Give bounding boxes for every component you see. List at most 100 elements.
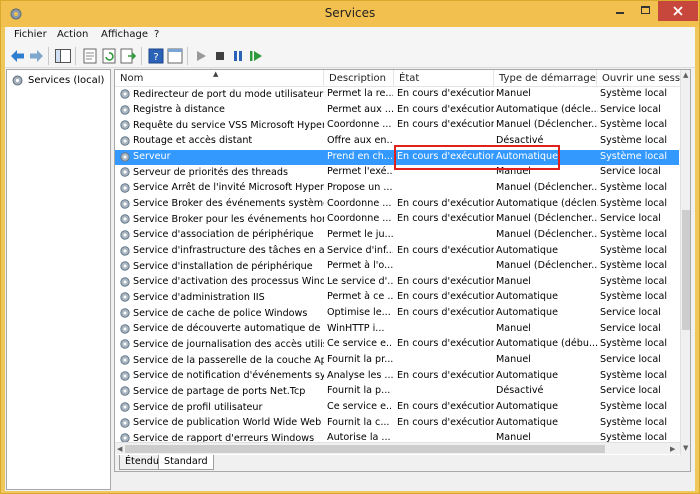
service-state: En cours d'exécution [397, 197, 494, 209]
service-logon: Système local [600, 244, 668, 256]
service-description: Coordonne ... [327, 119, 392, 131]
service-state: En cours d'exécution [397, 213, 494, 225]
service-logon: Service local [600, 166, 661, 178]
table-row[interactable]: Service de notification d'événements sys… [115, 369, 679, 385]
service-description: Permet aux ... [327, 103, 393, 115]
column-header-name[interactable]: Nom [115, 70, 324, 87]
service-description: Permet à ce ... [327, 291, 393, 303]
service-gear-icon [120, 433, 130, 442]
close-button[interactable] [658, 1, 698, 21]
table-row[interactable]: Service Broker des événements système Coo… [115, 197, 679, 213]
service-name-cell: Service d'infrastructure des tâches en a… [119, 245, 324, 257]
scroll-right-icon[interactable]: ▶ [670, 445, 675, 453]
toolbar: ? [5, 44, 695, 68]
window-title: Services [324, 6, 376, 20]
scroll-up-icon[interactable]: ▲ [683, 71, 688, 79]
tab-standard[interactable]: Standard [158, 455, 214, 470]
table-row[interactable]: Service de partage de ports Net.Tcp Fourn… [115, 384, 679, 400]
scroll-left-icon[interactable]: ◀ [117, 445, 122, 453]
restart-service-icon[interactable] [247, 47, 265, 65]
column-header-startup-type[interactable]: Type de démarrage [494, 70, 597, 87]
service-startup-type: Automatique [496, 291, 558, 303]
forward-arrow-icon[interactable] [27, 47, 45, 65]
stop-service-icon[interactable] [211, 47, 229, 65]
service-startup-type: Manuel [496, 166, 531, 178]
table-row[interactable]: Routage et accès distant Offre aux en... D… [115, 134, 679, 150]
service-logon: Système local [600, 338, 668, 350]
column-header-state[interactable]: État [394, 70, 494, 87]
table-row[interactable]: Serveur Prend en ch... En cours d'exécutio… [115, 149, 679, 166]
service-logon: Système local [600, 432, 668, 442]
table-row[interactable]: Service de découverte automatique de Pr.… [115, 322, 679, 338]
service-startup-type: Manuel [496, 275, 531, 287]
service-gear-icon [120, 402, 130, 412]
service-state: En cours d'exécution [397, 119, 494, 131]
service-gear-icon [120, 386, 130, 397]
table-row[interactable]: Service d'administration IIS Permet à ce … [115, 290, 679, 306]
vertical-scrollbar[interactable]: ▲ ▼ [680, 70, 690, 455]
table-row[interactable]: Service de rapport d'erreurs Windows Auto… [115, 431, 679, 442]
service-state: En cours d'exécution [397, 401, 494, 412]
table-row[interactable]: Service de la passerelle de la couche Ap… [115, 353, 679, 369]
menu-fichier[interactable]: Fichier [14, 29, 47, 40]
horizontal-scrollbar[interactable]: ◀ ▶ [115, 442, 680, 454]
scroll-down-icon[interactable]: ▼ [683, 444, 688, 452]
menu-affichage[interactable]: Affichage [101, 29, 148, 40]
service-startup-type: Automatique [496, 244, 558, 256]
table-row[interactable]: Service de journalisation des accès util… [115, 337, 679, 353]
console-tree-icon[interactable] [54, 47, 72, 65]
view-tabs: Étendu Standard [115, 455, 690, 471]
pause-service-icon[interactable] [229, 47, 247, 65]
table-row[interactable]: Service de cache de police Windows Optimi… [115, 306, 679, 322]
services-window: Services Fichier Action Affichage ? ? Se… [0, 0, 700, 494]
service-startup-type: Automatique [496, 307, 558, 319]
horizontal-scroll-thumb[interactable] [125, 445, 605, 453]
console-icon[interactable] [166, 47, 184, 65]
table-row[interactable]: Service Broker pour les événements horai… [115, 212, 679, 228]
service-name-cell: Registre à distance [119, 104, 324, 116]
properties-icon[interactable] [81, 47, 99, 65]
toolbar-separator [75, 47, 76, 65]
vertical-scroll-thumb[interactable] [682, 210, 690, 330]
table-row[interactable]: Service Arrêt de l'invité Microsoft Hype… [115, 181, 679, 197]
table-row[interactable]: Service d'activation des processus Windo… [115, 275, 679, 291]
table-row[interactable]: Service d'installation de périphérique Pe… [115, 259, 679, 275]
maximize-button[interactable] [633, 1, 658, 21]
service-name-cell: Service de publication World Wide Web [119, 417, 324, 429]
column-header-description[interactable]: Description [324, 70, 394, 87]
service-state: En cours d'exécution [397, 307, 494, 319]
column-header-logon[interactable]: Ouvrir une session [597, 70, 681, 87]
menu-help[interactable]: ? [154, 29, 159, 40]
table-row[interactable]: Requête du service VSS Microsoft Hyper-V… [115, 118, 679, 134]
service-startup-type: Manuel (Déclencher... [496, 119, 598, 131]
table-row[interactable]: Service d'association de périphérique Per… [115, 228, 679, 244]
service-name-cell: Routage et accès distant [119, 135, 324, 147]
menu-action[interactable]: Action [57, 29, 88, 40]
refresh-icon[interactable] [100, 47, 118, 65]
service-gear-icon [120, 104, 130, 115]
table-row[interactable]: Serveur de priorités des threads Permet l… [115, 165, 679, 181]
service-logon: Système local [600, 275, 668, 287]
service-name: Serveur [133, 151, 171, 163]
toolbar-separator [48, 47, 49, 65]
back-arrow-icon[interactable] [9, 47, 27, 65]
console-tree-pane: Services (local) [6, 69, 111, 490]
table-row[interactable]: Service de profil utilisateur Ce service … [115, 400, 679, 416]
service-startup-type: Automatique (déclen... [496, 197, 598, 209]
service-description: Service d'inf... [327, 244, 393, 256]
table-row[interactable]: Service de publication World Wide Web Fou… [115, 416, 679, 432]
start-service-icon[interactable] [192, 47, 210, 65]
table-row[interactable]: Service d'infrastructure des tâches en a… [115, 244, 679, 260]
table-row[interactable]: Redirecteur de port du mode utilisateur … [115, 87, 679, 103]
service-gear-icon [120, 214, 130, 224]
minimize-button[interactable] [607, 1, 633, 21]
menu-bar: Fichier Action Affichage ? [5, 27, 695, 44]
service-name: Redirecteur de port du mode utilisateur … [133, 88, 324, 100]
service-startup-type: Manuel (Déclencher... [496, 260, 598, 272]
table-row[interactable]: Registre à distance Permet aux ... En cour… [115, 103, 679, 119]
export-list-icon[interactable] [119, 47, 137, 65]
help-icon[interactable]: ? [147, 47, 165, 65]
service-startup-type: Manuel (Déclencher... [496, 181, 598, 193]
tree-item-services-local[interactable]: Services (local) [11, 73, 104, 88]
service-name: Registre à distance [133, 104, 225, 116]
